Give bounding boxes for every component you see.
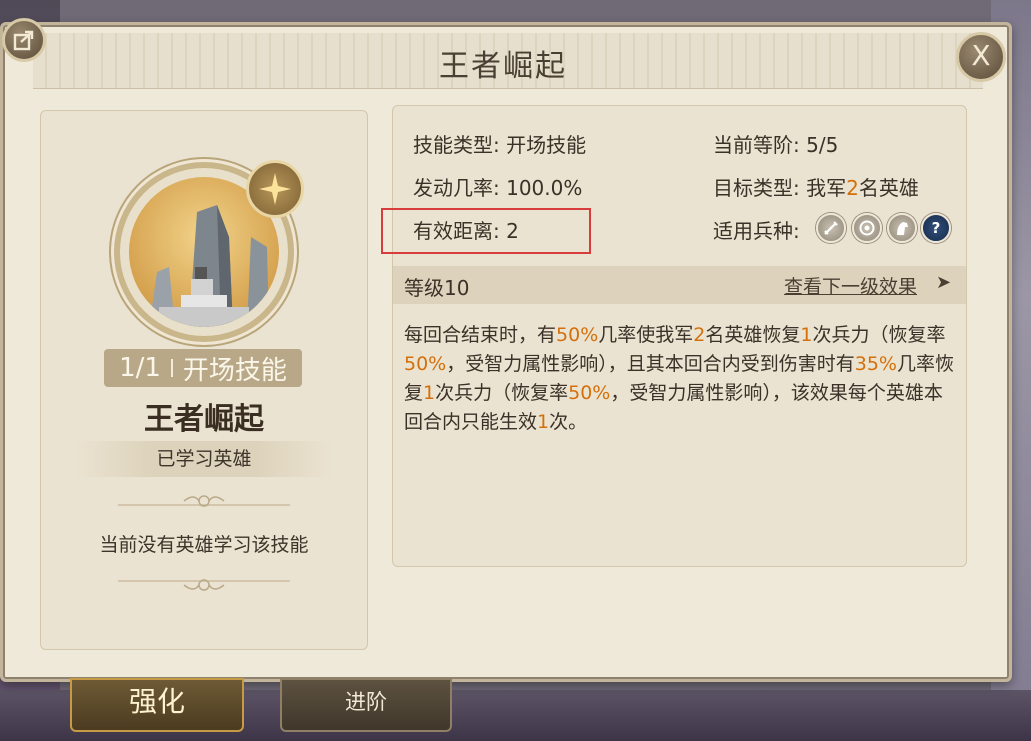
target-type-prefix: 我军 <box>806 176 847 200</box>
learned-heroes-label: 已学习英雄 <box>74 441 334 477</box>
skill-type-tag: 开场技能 <box>182 355 287 386</box>
sword-glyph <box>824 221 838 235</box>
desc-text: ，受智力属性影响），且其本回合内受到伤害时有 <box>446 353 855 375</box>
question-icon[interactable]: ? <box>921 213 951 243</box>
sword-icon[interactable] <box>816 213 846 243</box>
desc-number: 50% <box>404 353 447 375</box>
share-icon <box>13 30 34 51</box>
next-level-link[interactable]: 查看下一级效果 <box>784 272 917 299</box>
desc-text: 次兵力（恢复率 <box>435 382 569 404</box>
horse-glyph <box>897 222 908 235</box>
desc-text: 每回合结束时，有 <box>404 324 557 346</box>
skill-star-badge <box>246 160 304 218</box>
desc-text: 几率使我军 <box>598 324 694 346</box>
current-tier-value: 5/5 <box>806 133 839 157</box>
share-button[interactable] <box>2 18 46 62</box>
trigger-rate-value: 100.0% <box>506 176 583 200</box>
trigger-rate-label: 发动几率: <box>413 176 500 200</box>
troop-type-label: 适用兵种: <box>713 219 800 243</box>
dialog-title: 王者崛起 <box>439 49 567 84</box>
target-type-suffix: 名英雄 <box>858 176 919 200</box>
desc-text: 次兵力（恢复率 <box>812 324 946 346</box>
bow-glyph <box>859 220 875 236</box>
desc-text: 次。 <box>549 411 588 433</box>
desc-text: 名英雄恢复 <box>705 324 801 346</box>
desc-number: 50% <box>568 382 611 404</box>
current-tier-label: 当前等阶: <box>713 133 800 157</box>
star-icon <box>259 173 291 205</box>
target-type-number: 2 <box>846 176 859 200</box>
skill-tag: 1/1 开场技能 <box>104 349 302 387</box>
skill-type-value: 开场技能 <box>506 133 587 157</box>
skill-type-label: 技能类型: <box>413 133 500 157</box>
skill-count: 1/1 <box>119 353 161 383</box>
cavalry-icon[interactable] <box>887 213 917 243</box>
troop-type-stat: 适用兵种: <box>713 215 800 244</box>
skill-type-stat: 技能类型: 开场技能 <box>413 129 586 158</box>
desc-number: 1 <box>537 411 550 433</box>
bow-icon[interactable] <box>852 213 882 243</box>
desc-number: 1 <box>800 324 813 346</box>
chevron-right-icon[interactable]: ➤ <box>936 272 951 293</box>
tag-separator <box>170 359 173 377</box>
desc-number: 50% <box>556 324 599 346</box>
level-label: 等级10 <box>404 276 470 300</box>
annotation-highlight-box <box>381 208 591 254</box>
desc-number: 1 <box>423 382 436 404</box>
trigger-rate-stat: 发动几率: 100.0% <box>413 172 582 201</box>
question-glyph: ? <box>931 219 941 237</box>
current-tier-stat: 当前等阶: 5/5 <box>713 129 838 158</box>
target-type-label: 目标类型: <box>713 176 800 200</box>
desc-number: 35% <box>854 353 897 375</box>
close-button[interactable]: X <box>956 32 1006 82</box>
desc-number: 2 <box>693 324 706 346</box>
close-icon: X <box>971 39 991 72</box>
tab-advance[interactable]: 进阶 <box>280 678 452 732</box>
skill-name: 王者崛起 <box>144 402 264 437</box>
target-type-stat: 目标类型: 我军2名英雄 <box>713 172 919 201</box>
no-hero-message: 当前没有英雄学习该技能 <box>99 534 309 556</box>
tab-strengthen[interactable]: 强化 <box>70 678 244 732</box>
skill-description: 每回合结束时，有50%几率使我军2名英雄恢复1次兵力（恢复率50%，受智力属性影… <box>404 321 960 437</box>
